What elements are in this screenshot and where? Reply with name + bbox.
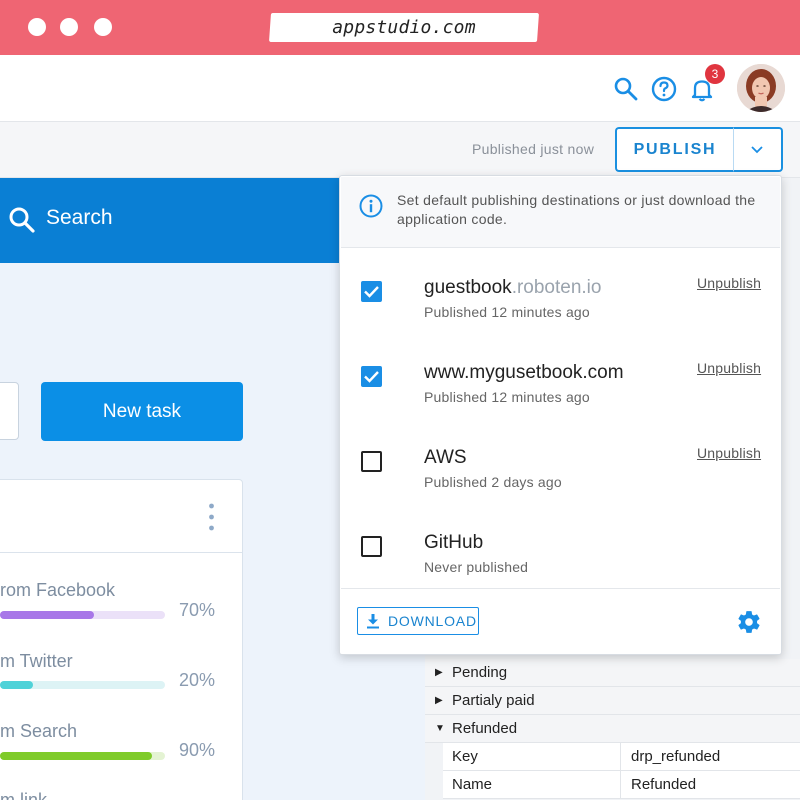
notification-count-badge: 3 — [705, 64, 725, 84]
caret-down-icon: ▼ — [435, 723, 445, 734]
destination-row: AWS Published 2 days ago Unpublish — [341, 425, 780, 510]
app-search-label: Search — [46, 206, 113, 229]
unpublish-link[interactable]: Unpublish — [697, 275, 761, 291]
window-minimize-button[interactable] — [60, 18, 78, 36]
publish-info-text: Set default publishing destinations or j… — [397, 192, 756, 227]
destination-name: guestbook.roboten.io — [424, 277, 602, 298]
destination-name: AWS — [424, 447, 467, 468]
destination-row: www.mygusetbook.com Published 12 minutes… — [341, 340, 780, 425]
source-progress-fill — [0, 752, 152, 760]
destination-status: Published 12 minutes ago — [424, 389, 590, 405]
help-icon[interactable] — [651, 76, 677, 102]
tree-row-label: Partialy paid — [452, 692, 535, 709]
user-avatar[interactable] — [737, 64, 785, 112]
new-task-button[interactable]: New task — [41, 382, 243, 441]
source-label: m Twitter — [0, 651, 73, 671]
unpublish-link[interactable]: Unpublish — [697, 445, 761, 461]
destination-status: Published 2 days ago — [424, 474, 562, 490]
window-close-button[interactable] — [28, 18, 46, 36]
column-divider — [620, 743, 621, 771]
address-bar-url: appstudio.com — [332, 17, 476, 38]
detail-value: Refunded — [631, 776, 697, 793]
destination-checkbox[interactable] — [361, 281, 382, 302]
checkmark-icon — [364, 371, 379, 383]
download-button[interactable]: DOWNLOAD — [357, 607, 479, 635]
tree-row[interactable]: ▶ Partialy paid — [425, 687, 800, 715]
gear-icon[interactable] — [736, 609, 762, 635]
source-label: m Search — [0, 721, 78, 741]
publish-button[interactable]: PUBLISH — [615, 127, 733, 172]
caret-right-icon: ▶ — [435, 695, 443, 706]
source-progress — [0, 752, 165, 760]
info-icon — [359, 194, 383, 218]
tree-row-label: Pending — [452, 664, 508, 681]
detail-key: Key — [452, 748, 478, 765]
more-options-icon[interactable] — [209, 503, 214, 531]
app-header — [0, 55, 800, 122]
destination-row: guestbook.roboten.io Published 12 minute… — [341, 255, 780, 340]
download-icon — [367, 614, 379, 629]
checkmark-icon — [364, 286, 379, 298]
destination-checkbox[interactable] — [361, 536, 382, 557]
destination-name: GitHub — [424, 532, 484, 553]
tree-row[interactable]: ▼ Refunded — [425, 715, 800, 743]
publish-options-toggle[interactable] — [733, 127, 783, 172]
detail-row: Name Refunded — [443, 771, 800, 799]
detail-key: Name — [452, 776, 493, 793]
chevron-down-icon — [751, 146, 763, 154]
source-progress-fill — [0, 611, 95, 619]
source-label: rom Facebook — [0, 580, 116, 600]
destination-name: www.mygusetbook.com — [424, 362, 624, 383]
detail-row: Key drp_refunded — [443, 743, 800, 771]
publish-status: Published just now — [472, 141, 595, 157]
source-progress — [0, 681, 165, 689]
search-icon — [9, 207, 35, 233]
destination-status: Never published — [424, 559, 529, 575]
window-maximize-button[interactable] — [94, 18, 112, 36]
source-percent: 70% — [179, 600, 216, 620]
source-progress-fill — [0, 681, 33, 689]
source-percent: 90% — [179, 740, 216, 760]
source-label: m link — [0, 790, 48, 800]
tree-row[interactable]: ▶ Pending — [425, 659, 800, 687]
source-progress — [0, 611, 165, 619]
dropdown-divider — [341, 588, 780, 589]
destination-status: Published 12 minutes ago — [424, 304, 590, 320]
tree-row-label: Refunded — [452, 720, 518, 737]
task-input[interactable] — [0, 382, 19, 440]
destination-checkbox[interactable] — [361, 366, 382, 387]
column-divider — [620, 771, 621, 799]
search-icon[interactable] — [613, 76, 639, 102]
destination-row: GitHub Never published — [341, 510, 780, 595]
caret-right-icon: ▶ — [435, 667, 443, 678]
unpublish-link[interactable]: Unpublish — [697, 360, 761, 376]
source-percent: 20% — [179, 670, 216, 690]
card-divider — [0, 552, 242, 553]
detail-value: drp_refunded — [631, 748, 721, 765]
download-label: DOWNLOAD — [388, 613, 477, 629]
destination-checkbox[interactable] — [361, 451, 382, 472]
